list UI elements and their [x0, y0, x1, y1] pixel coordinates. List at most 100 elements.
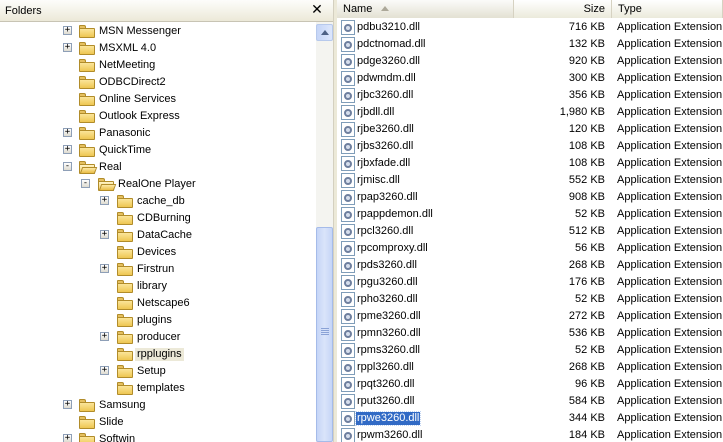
tree-item-label: Samsung: [99, 399, 146, 411]
expand-icon[interactable]: +: [63, 434, 72, 442]
dll-file-icon: [341, 428, 355, 442]
file-name: rpqt3260.dll: [357, 378, 415, 390]
file-row[interactable]: rpqt3260.dll 96 KB Application Extension: [337, 376, 723, 393]
expand-icon[interactable]: +: [100, 332, 109, 341]
file-row[interactable]: pdge3260.dll 920 KB Application Extension: [337, 53, 723, 70]
file-row[interactable]: rjbxfade.dll 108 KB Application Extension: [337, 155, 723, 172]
expand-icon[interactable]: +: [63, 128, 72, 137]
tree-item-label: cache_db: [137, 195, 185, 207]
dll-file-icon: [341, 207, 355, 222]
column-header-size[interactable]: Size: [514, 0, 612, 18]
tree-item[interactable]: + Samsung: [0, 397, 316, 414]
expand-icon[interactable]: +: [63, 400, 72, 409]
folder-icon: [79, 433, 95, 442]
expand-icon[interactable]: +: [100, 366, 109, 375]
column-header-name[interactable]: Name: [337, 0, 514, 18]
expand-icon[interactable]: +: [100, 264, 109, 273]
folder-icon: [117, 195, 133, 208]
file-name: rpappdemon.dll: [357, 208, 433, 220]
collapse-icon[interactable]: -: [63, 162, 72, 171]
tree-item[interactable]: + producer: [0, 329, 316, 346]
tree-item[interactable]: + cache_db: [0, 193, 316, 210]
file-row[interactable]: rjbc3260.dll 356 KB Application Extension: [337, 87, 723, 104]
tree-item[interactable]: plugins: [0, 312, 316, 329]
tree-item[interactable]: - Real: [0, 159, 316, 176]
tree-item-label: Panasonic: [99, 127, 151, 139]
file-name: rjbxfade.dll: [357, 157, 411, 169]
tree-item-label: CDBurning: [137, 212, 191, 224]
tree-item[interactable]: + Setup: [0, 363, 316, 380]
file-size: 52 KB: [575, 293, 605, 305]
file-row[interactable]: rpds3260.dll 268 KB Application Extension: [337, 257, 723, 274]
expand-icon[interactable]: +: [63, 43, 72, 52]
tree-item[interactable]: - RealOne Player: [0, 176, 316, 193]
folder-icon: [117, 263, 133, 276]
file-row[interactable]: rpmn3260.dll 536 KB Application Extension: [337, 325, 723, 342]
file-name: pdbu3210.dll: [357, 21, 421, 33]
tree-item[interactable]: NetMeeting: [0, 57, 316, 74]
tree-item[interactable]: Outlook Express: [0, 108, 316, 125]
tree-scrollbar[interactable]: [316, 22, 333, 442]
tree-item[interactable]: Online Services: [0, 91, 316, 108]
expand-icon[interactable]: +: [100, 230, 109, 239]
file-row[interactable]: rpme3260.dll 272 KB Application Extension: [337, 308, 723, 325]
expand-icon[interactable]: +: [63, 26, 72, 35]
tree-item[interactable]: rpplugins: [0, 346, 316, 363]
file-row[interactable]: rjmisc.dll 552 KB Application Extension: [337, 172, 723, 189]
file-row[interactable]: rpgu3260.dll 176 KB Application Extension: [337, 274, 723, 291]
folder-icon: [117, 280, 133, 293]
file-row[interactable]: rpap3260.dll 908 KB Application Extension: [337, 189, 723, 206]
file-row[interactable]: rpwm3260.dll 184 KB Application Extension: [337, 427, 723, 442]
file-row[interactable]: rjbs3260.dll 108 KB Application Extension: [337, 138, 723, 155]
collapse-icon[interactable]: -: [81, 179, 90, 188]
file-type: Application Extension: [617, 123, 723, 135]
tree-item[interactable]: + DataCache: [0, 227, 316, 244]
file-row[interactable]: rjbdll.dll 1,980 KB Application Extension: [337, 104, 723, 121]
tree-item[interactable]: + Firstrun: [0, 261, 316, 278]
file-row[interactable]: pdbu3210.dll 716 KB Application Extension: [337, 19, 723, 36]
tree-item[interactable]: Devices: [0, 244, 316, 261]
file-row[interactable]: rppl3260.dll 268 KB Application Extension: [337, 359, 723, 376]
file-row[interactable]: pdctnomad.dll 132 KB Application Extension: [337, 36, 723, 53]
tree-item[interactable]: templates: [0, 380, 316, 397]
file-row[interactable]: rpms3260.dll 52 KB Application Extension: [337, 342, 723, 359]
file-row[interactable]: rpho3260.dll 52 KB Application Extension: [337, 291, 723, 308]
folders-pane-header: Folders ✕: [0, 0, 333, 22]
file-row[interactable]: rpcomproxy.dll 56 KB Application Extension: [337, 240, 723, 257]
file-size: 120 KB: [568, 123, 605, 135]
tree-item[interactable]: + MSN Messenger: [0, 23, 316, 40]
file-row[interactable]: rput3260.dll 584 KB Application Extension: [337, 393, 723, 410]
file-row[interactable]: rpappdemon.dll 52 KB Application Extension: [337, 206, 723, 223]
tree-item[interactable]: library: [0, 278, 316, 295]
tree-item-label: Setup: [137, 365, 166, 377]
scrollbar-thumb[interactable]: [316, 227, 333, 442]
scroll-up-button[interactable]: [316, 24, 333, 41]
file-row[interactable]: rpwe3260.dll 344 KB Application Extension: [337, 410, 723, 427]
tree-item[interactable]: CDBurning: [0, 210, 316, 227]
tree-item[interactable]: + Panasonic: [0, 125, 316, 142]
file-name: rpap3260.dll: [357, 191, 418, 203]
expand-icon[interactable]: +: [63, 145, 72, 154]
column-header-type[interactable]: Type: [612, 0, 723, 18]
file-type: Application Extension: [617, 38, 723, 50]
file-row[interactable]: rpcl3260.dll 512 KB Application Extension: [337, 223, 723, 240]
tree-item[interactable]: + MSXML 4.0: [0, 40, 316, 57]
close-icon[interactable]: ✕: [310, 1, 324, 17]
dll-file-icon: [341, 122, 355, 137]
file-row[interactable]: rjbe3260.dll 120 KB Application Extension: [337, 121, 723, 138]
tree-item-label: MSXML 4.0: [99, 42, 157, 54]
folder-icon: [117, 229, 133, 242]
file-type: Application Extension: [617, 429, 723, 441]
tree-item[interactable]: ODBCDirect2: [0, 74, 316, 91]
tree-item-label: plugins: [137, 314, 172, 326]
tree-item[interactable]: Slide: [0, 414, 316, 431]
expand-icon[interactable]: +: [100, 196, 109, 205]
dll-file-icon: [341, 71, 355, 86]
tree-item[interactable]: Netscape6: [0, 295, 316, 312]
dll-file-icon: [341, 258, 355, 273]
file-type: Application Extension: [617, 344, 723, 356]
file-size: 184 KB: [568, 429, 605, 441]
tree-item[interactable]: + QuickTime: [0, 142, 316, 159]
file-row[interactable]: pdwmdm.dll 300 KB Application Extension: [337, 70, 723, 87]
tree-item[interactable]: + Softwin: [0, 431, 316, 442]
